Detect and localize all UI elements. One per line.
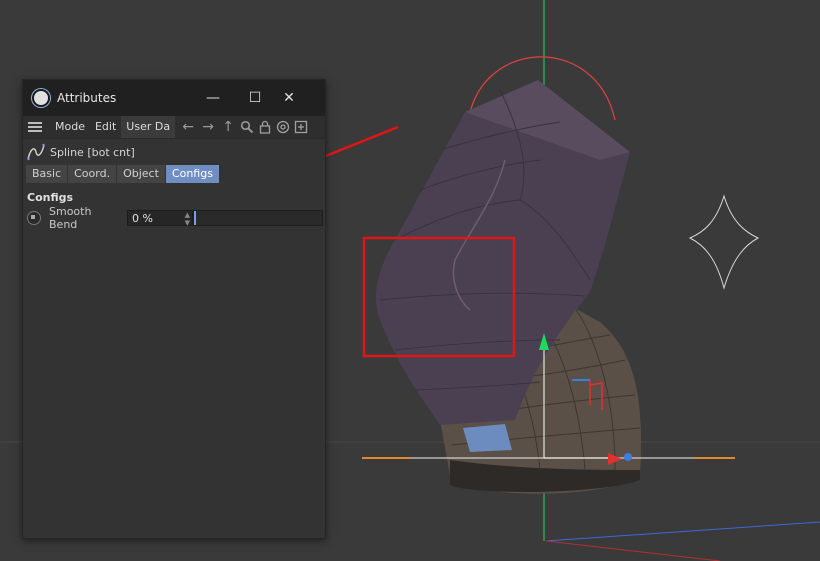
smooth-bend-slider[interactable] [193, 210, 323, 226]
window-title: Attributes [57, 91, 117, 105]
param-smooth-bend: Smooth Bend 0 % ▲ ▼ [23, 205, 325, 231]
menubar: Mode Edit User Da ← → ↑ [23, 116, 325, 139]
cinema4d-logo-icon [32, 89, 50, 107]
hamburger-menu-icon[interactable] [28, 122, 42, 132]
up-arrow-icon[interactable]: ↑ [220, 119, 236, 135]
attributes-panel: Attributes — ☐ ✕ Mode Edit User Da ← → ↑… [22, 79, 326, 539]
tab-basic[interactable]: Basic [26, 165, 69, 183]
forward-arrow-icon[interactable]: → [200, 119, 216, 135]
tab-coord[interactable]: Coord. [68, 165, 118, 183]
smooth-bend-value: 0 % [132, 212, 153, 225]
object-name: Spline [bot cnt] [50, 145, 135, 159]
new-panel-icon[interactable] [294, 120, 308, 134]
tab-configs[interactable]: Configs [165, 165, 220, 183]
maximize-button[interactable]: ☐ [247, 90, 263, 106]
search-icon[interactable] [240, 120, 254, 134]
lock-icon[interactable] [258, 120, 272, 134]
nav-tools: ← → ↑ [180, 119, 308, 135]
spinner-arrows-icon[interactable]: ▲ ▼ [185, 211, 190, 227]
smooth-bend-input[interactable]: 0 % ▲ ▼ [127, 210, 193, 227]
slider-fill [194, 211, 196, 225]
object-header: Spline [bot cnt] [23, 139, 325, 165]
target-icon[interactable] [276, 120, 290, 134]
minimize-button[interactable]: — [205, 90, 221, 106]
spline-object-icon [27, 143, 45, 161]
menu-mode[interactable]: Mode [50, 116, 90, 138]
back-arrow-icon[interactable]: ← [180, 119, 196, 135]
tab-object[interactable]: Object [117, 165, 166, 183]
close-button[interactable]: ✕ [281, 90, 297, 106]
animation-keyframe-icon[interactable] [27, 211, 41, 225]
tab-bar: Basic Coord. Object Configs [26, 165, 325, 183]
param-label: Smooth Bend [49, 205, 92, 231]
titlebar[interactable]: Attributes — ☐ ✕ [23, 80, 325, 116]
menu-edit[interactable]: Edit [90, 116, 121, 138]
gizmo-z-handle-icon[interactable] [624, 453, 632, 461]
menu-user-data[interactable]: User Da [121, 116, 176, 138]
selected-polygons [463, 424, 512, 452]
section-title: Configs [27, 191, 74, 204]
